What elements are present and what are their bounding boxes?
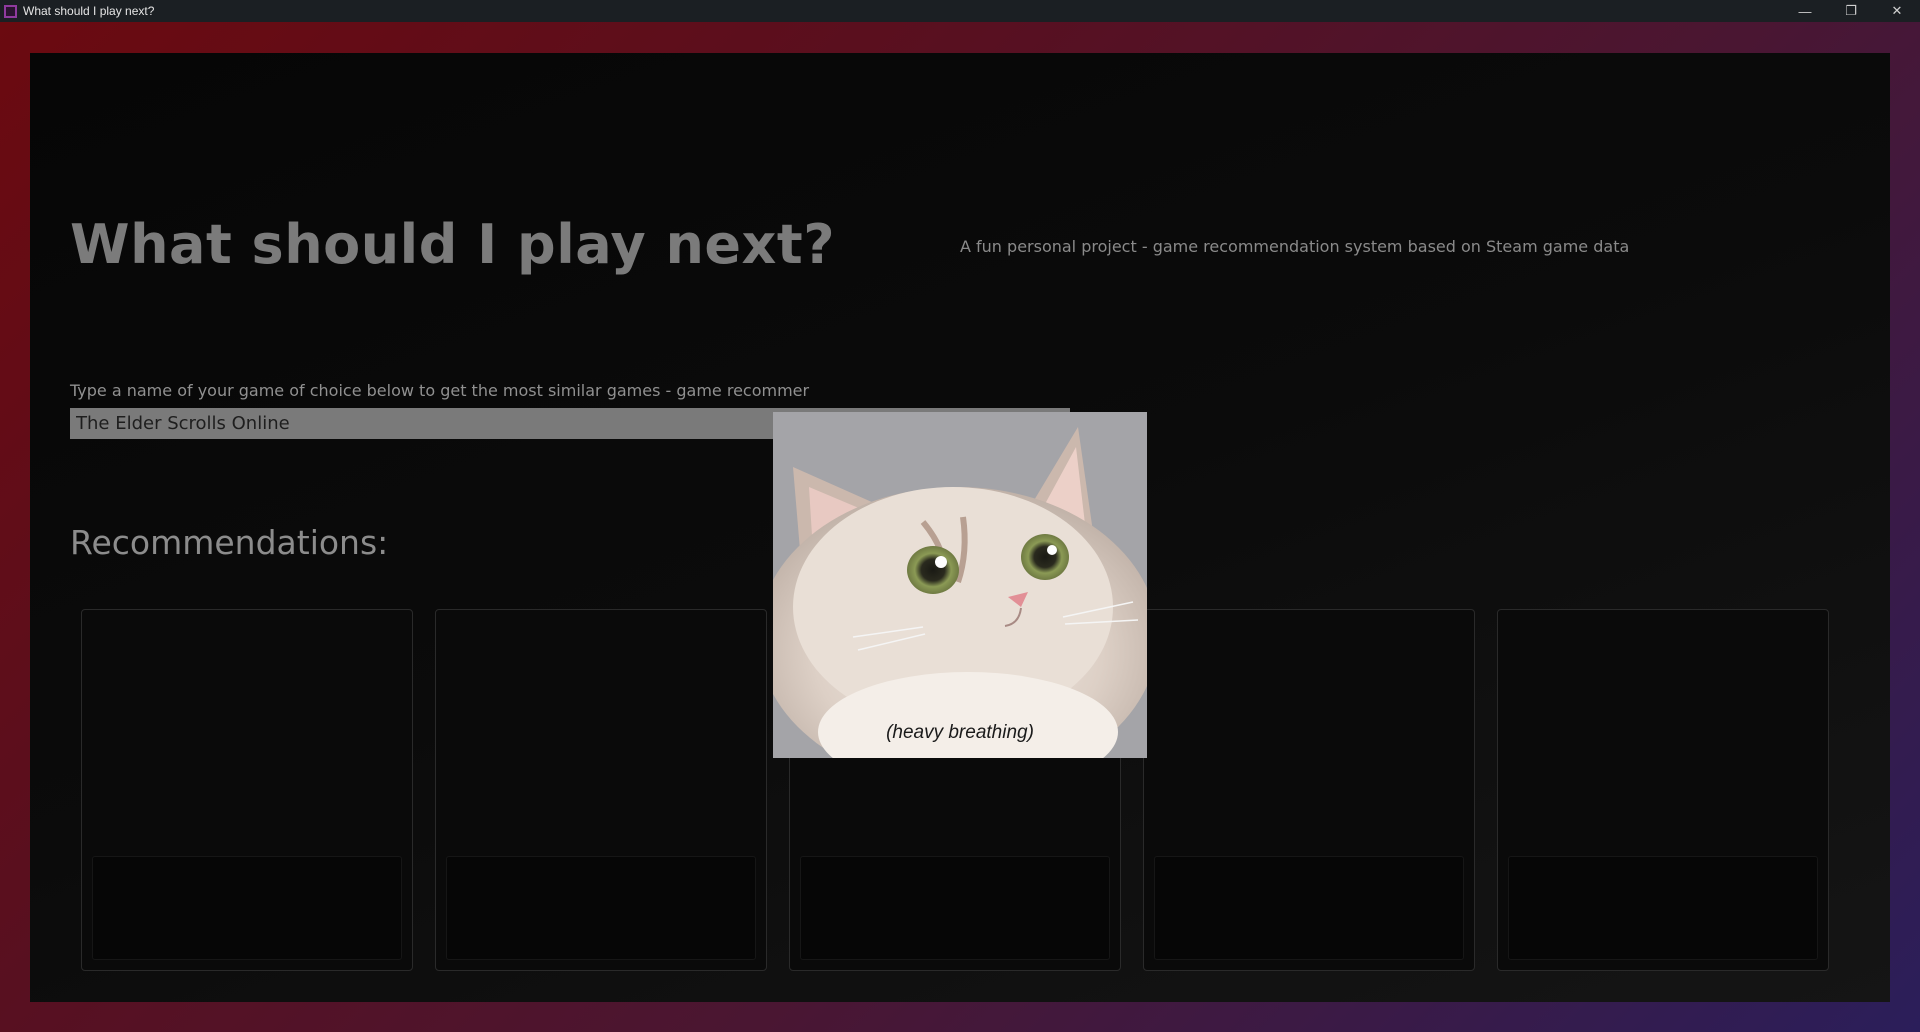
recommendation-card[interactable]: [435, 609, 767, 971]
card-footer: [1508, 856, 1818, 960]
recommendation-card[interactable]: [1143, 609, 1475, 971]
window-titlebar: What should I play next? — ❐ ✕: [0, 0, 1920, 22]
app-frame: What should I play next? A fun personal …: [0, 22, 1920, 1032]
page-subtitle: A fun personal project - game recommenda…: [960, 237, 1630, 256]
card-footer: [446, 856, 756, 960]
search-prompt: Type a name of your game of choice below…: [70, 381, 810, 400]
restore-button[interactable]: ❐: [1828, 0, 1874, 22]
cat-meme-popup: (heavy breathing): [773, 412, 1147, 758]
close-button[interactable]: ✕: [1874, 0, 1920, 22]
card-footer: [92, 856, 402, 960]
page-title: What should I play next?: [70, 213, 836, 276]
window-title: What should I play next?: [23, 4, 155, 18]
recommendation-card[interactable]: [81, 609, 413, 971]
recommendations-heading: Recommendations:: [70, 523, 389, 562]
minimize-button[interactable]: —: [1782, 0, 1828, 22]
card-footer: [1154, 856, 1464, 960]
popup-caption: (heavy breathing): [886, 722, 1034, 743]
window-controls: — ❐ ✕: [1782, 0, 1920, 22]
cat-meme-image: [773, 412, 1147, 758]
recommendation-card[interactable]: [1497, 609, 1829, 971]
app-icon: [4, 4, 17, 18]
card-footer: [800, 856, 1110, 960]
